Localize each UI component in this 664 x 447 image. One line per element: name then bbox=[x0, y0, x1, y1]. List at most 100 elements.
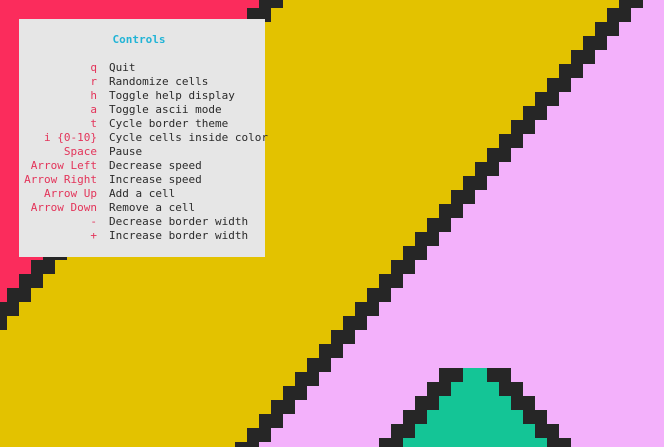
right-cell-strip bbox=[511, 148, 664, 162]
right-cell-strip bbox=[403, 274, 664, 288]
border-strip bbox=[19, 274, 43, 288]
right-cell-strip bbox=[475, 190, 664, 204]
right-cell-strip bbox=[451, 218, 664, 232]
border-strip bbox=[259, 414, 283, 428]
left-cell-strip bbox=[0, 274, 19, 288]
help-description: Quit bbox=[109, 61, 136, 74]
border-strip bbox=[391, 260, 415, 274]
border-strip bbox=[307, 358, 331, 372]
help-key: q bbox=[90, 61, 97, 74]
help-key: Arrow Down bbox=[30, 201, 97, 214]
help-description: Decrease border width bbox=[109, 215, 249, 228]
help-key: t bbox=[90, 117, 97, 130]
bottom-cell-strip bbox=[451, 382, 499, 396]
border-strip bbox=[415, 232, 439, 246]
help-row: Arrow Left Decrease speed bbox=[19, 159, 265, 173]
border-strip bbox=[511, 120, 535, 134]
border-strip bbox=[31, 260, 55, 274]
help-key: h bbox=[90, 89, 97, 102]
help-key: Arrow Right bbox=[24, 173, 97, 186]
help-key: Space bbox=[63, 145, 97, 158]
border-strip bbox=[403, 246, 427, 260]
right-cell-strip bbox=[619, 22, 664, 36]
right-cell-strip bbox=[463, 204, 664, 218]
help-description: Toggle ascii mode bbox=[109, 103, 222, 116]
help-key: r bbox=[90, 75, 97, 88]
help-description: Pause bbox=[109, 145, 143, 158]
help-row: t Cycle border theme bbox=[19, 117, 265, 131]
right-cell-strip bbox=[355, 330, 664, 344]
border-strip bbox=[235, 442, 259, 447]
help-description: Increase speed bbox=[109, 173, 202, 186]
help-row: a Toggle ascii mode bbox=[19, 103, 265, 117]
left-cell-strip bbox=[0, 288, 7, 302]
help-row: r Randomize cells bbox=[19, 75, 265, 89]
help-description: Cycle border theme bbox=[109, 117, 229, 130]
border-strip bbox=[559, 64, 583, 78]
border-strip bbox=[379, 274, 403, 288]
border-strip bbox=[619, 0, 643, 8]
help-description: Remove a cell bbox=[109, 201, 196, 214]
border-strip bbox=[595, 22, 619, 36]
border-strip bbox=[451, 190, 475, 204]
help-row: q Quit bbox=[19, 61, 265, 75]
bottom-cell-strip bbox=[439, 396, 511, 410]
bottom-cell-strip bbox=[427, 410, 523, 424]
help-row: Space Pause bbox=[19, 145, 265, 159]
border-strip bbox=[319, 344, 343, 358]
border-strip bbox=[475, 162, 499, 176]
help-row: Arrow Right Increase speed bbox=[19, 173, 265, 187]
right-cell-strip bbox=[391, 288, 664, 302]
left-cell-strip bbox=[0, 260, 31, 274]
right-cell-strip bbox=[427, 246, 664, 260]
help-row: i {0-10} Cycle cells inside color bbox=[19, 131, 268, 145]
right-cell-strip bbox=[535, 120, 664, 134]
help-key: i {0-10} bbox=[44, 131, 97, 144]
border-strip bbox=[583, 36, 607, 50]
help-row: Arrow Down Remove a cell bbox=[19, 201, 265, 215]
border-strip bbox=[487, 148, 511, 162]
help-description: Cycle cells inside color bbox=[109, 131, 268, 144]
help-description: Increase border width bbox=[109, 229, 249, 242]
border-strip bbox=[247, 428, 271, 442]
help-key: + bbox=[90, 229, 97, 242]
right-cell-strip bbox=[583, 64, 664, 78]
right-cell-strip bbox=[607, 36, 664, 50]
border-strip bbox=[607, 8, 631, 22]
right-cell-strip bbox=[523, 134, 664, 148]
border-strip bbox=[0, 316, 7, 330]
right-cell-strip bbox=[415, 260, 664, 274]
border-strip bbox=[463, 176, 487, 190]
help-key: a bbox=[90, 103, 97, 116]
bottom-cell-strip bbox=[463, 368, 487, 382]
help-row: - Decrease border width bbox=[19, 215, 265, 229]
border-strip bbox=[367, 288, 391, 302]
border-strip bbox=[535, 92, 559, 106]
right-cell-strip bbox=[487, 176, 664, 190]
border-strip bbox=[331, 330, 355, 344]
border-strip bbox=[427, 218, 451, 232]
right-cell-strip bbox=[643, 0, 664, 8]
border-strip bbox=[439, 204, 463, 218]
help-key: - bbox=[90, 215, 97, 228]
help-panel: Controls q Quit r Randomize cells h Toggle he… bbox=[19, 19, 268, 257]
help-row: h Toggle help display bbox=[19, 89, 265, 103]
border-strip bbox=[283, 386, 307, 400]
border-strip bbox=[499, 134, 523, 148]
border-strip bbox=[271, 400, 295, 414]
help-description: Toggle help display bbox=[109, 89, 235, 102]
bottom-cell-strip bbox=[415, 424, 535, 438]
left-cell-strip bbox=[0, 0, 259, 8]
right-cell-strip bbox=[595, 50, 664, 64]
border-strip bbox=[7, 288, 31, 302]
help-description: Randomize cells bbox=[109, 75, 209, 88]
bottom-cell-strip bbox=[403, 438, 547, 447]
right-cell-strip bbox=[559, 92, 664, 106]
right-cell-strip bbox=[547, 106, 664, 120]
right-cell-strip bbox=[631, 8, 664, 22]
border-strip bbox=[355, 302, 379, 316]
right-cell-strip bbox=[379, 302, 664, 316]
right-cell-strip bbox=[367, 316, 664, 330]
help-description: Decrease speed bbox=[109, 159, 202, 172]
border-strip bbox=[295, 372, 319, 386]
